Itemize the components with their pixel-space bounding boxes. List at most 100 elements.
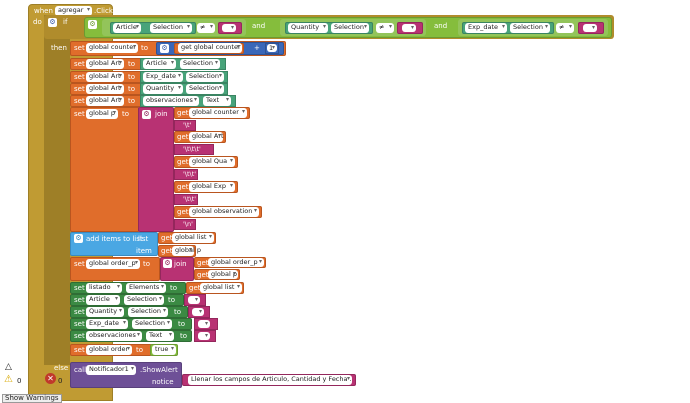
p-var-dropdown[interactable]: global p (86, 109, 118, 119)
if-mutator-gear-icon[interactable]: ⚙ (48, 18, 57, 27)
reset-prop-3[interactable]: Text (146, 331, 174, 341)
join-gear-icon[interactable]: ⚙ (142, 110, 151, 119)
plus-gear-icon[interactable]: ⚙ (160, 44, 169, 53)
reset-prop-2[interactable]: Selection (132, 319, 172, 329)
not-equal-dropdown-2[interactable]: ≠ (376, 23, 394, 33)
set-label-art4: set (74, 97, 85, 105)
join-orderp-b[interactable]: global p (208, 270, 238, 279)
list-var-dropdown[interactable]: global list (172, 233, 214, 243)
join-item-5[interactable]: '\t\t' (181, 170, 198, 178)
warning-count: 0 (17, 377, 22, 385)
join-orderp-gear-icon[interactable]: ⚙ (163, 259, 172, 268)
counter-var-dropdown[interactable]: global counter (86, 43, 138, 53)
reset-comp-0[interactable]: Article (86, 295, 120, 305)
reset-empty-string-0[interactable] (188, 296, 200, 304)
expdate-dropdown[interactable]: Exp_date (465, 23, 507, 33)
reset-comp-1[interactable]: Quantity (86, 307, 124, 317)
selection-dropdown[interactable]: Selection (150, 23, 192, 33)
quantity-prop-1[interactable]: Selection (186, 84, 224, 94)
show-alert-label: .ShowAlert (140, 366, 178, 374)
join-block[interactable] (138, 107, 174, 232)
warning-icon: ⚠ (4, 374, 13, 385)
join-item-7[interactable]: '\t\t' (181, 195, 198, 203)
expdate-prop-1[interactable]: Selection (186, 72, 224, 82)
art-var-dropdown-2[interactable]: global Art (86, 72, 124, 82)
join-orderp-a[interactable]: global order_p (208, 258, 264, 267)
not-equal-dropdown-3[interactable]: ≠ (556, 23, 574, 33)
set-label-art2: set (74, 73, 85, 81)
list-label: list (138, 235, 149, 243)
collapse-arrow-icon[interactable]: △ (5, 362, 12, 372)
selection-dropdown-3[interactable]: Selection (510, 23, 550, 33)
reset-prop-0[interactable]: Selection (124, 295, 164, 305)
listado-comp-dropdown[interactable]: listado (86, 283, 122, 293)
item-var-dropdown[interactable]: global p (172, 246, 201, 256)
to-label-art1: to (128, 60, 136, 68)
observaciones-comp-1[interactable]: observaciones (143, 96, 199, 106)
art-var-dropdown-3[interactable]: global Art (86, 84, 124, 94)
reset-empty-string-1[interactable] (192, 308, 204, 316)
to-label-p: to (122, 110, 130, 118)
join-item-2[interactable]: global Art (189, 132, 224, 142)
art-var-dropdown-1[interactable]: global Art (86, 59, 124, 69)
quantity-comp-1[interactable]: Quantity (143, 84, 183, 94)
join-item-3[interactable]: '\t\t\t' (181, 145, 203, 153)
set-label-orderp: set (74, 260, 85, 268)
add-items-label: add items to list (86, 235, 143, 243)
join-item-6[interactable]: global Exp (189, 182, 235, 192)
to-label-art4: to (128, 97, 136, 105)
reset-empty-string-3[interactable] (198, 332, 210, 340)
quantity-dropdown[interactable]: Quantity (288, 23, 328, 33)
if-label: if (63, 18, 68, 26)
join-item-9[interactable]: '\n' (181, 220, 195, 228)
number-one[interactable]: 1 (267, 44, 277, 52)
to-label-art3: to (128, 85, 136, 93)
get-label-jo: get (197, 259, 209, 267)
listado-get-dropdown[interactable]: global list (200, 283, 242, 293)
article-prop-1[interactable]: Selection (180, 59, 220, 69)
join-label-2: join (174, 260, 187, 268)
get-label-p: get (161, 247, 173, 255)
join-item-1[interactable]: '\t' (181, 121, 193, 129)
true-dropdown[interactable]: true (152, 345, 176, 355)
art-var-dropdown-4[interactable]: global Art (86, 96, 124, 106)
join-item-4[interactable]: global Qua (189, 157, 235, 167)
get-counter-dropdown[interactable]: get global counter (178, 43, 242, 53)
error-icon: ✕ (45, 373, 56, 384)
and-gear-icon[interactable]: ⚙ (88, 20, 97, 29)
get-label-j4: get (177, 158, 189, 166)
expdate-comp-1[interactable]: Exp_date (143, 72, 183, 82)
not-equal-dropdown[interactable]: ≠ (197, 23, 215, 33)
listado-prop-dropdown[interactable]: Elements (126, 283, 166, 293)
selection-dropdown-2[interactable]: Selection (331, 23, 369, 33)
show-warnings-button[interactable]: Show Warnings (2, 394, 62, 403)
get-label-list2: get (189, 284, 201, 292)
get-label-j0: get (177, 109, 189, 117)
then-label: then (51, 44, 67, 52)
reset-empty-string-2[interactable] (198, 320, 210, 328)
reset-prop-1[interactable]: Selection (128, 307, 168, 317)
article-dropdown[interactable]: Article (113, 23, 141, 33)
observaciones-prop-1[interactable]: Text (203, 96, 231, 106)
set-p-block[interactable] (70, 107, 140, 232)
notifier-component-dropdown[interactable]: Notificador1 (86, 365, 136, 375)
get-label-j6: get (177, 183, 189, 191)
join-item-8[interactable]: global observation (189, 207, 259, 217)
get-label-j8: get (177, 208, 189, 216)
join-item-0[interactable]: global counter (189, 108, 247, 118)
add-items-gear-icon[interactable]: ⚙ (74, 234, 83, 243)
reset-comp-3[interactable]: observaciones (86, 331, 142, 341)
to-label-r1: to (174, 308, 182, 316)
article-comp-1[interactable]: Article (143, 59, 176, 69)
orderp-var-dropdown[interactable]: global order_p (86, 259, 140, 269)
reset-comp-2[interactable]: Exp_date (86, 319, 128, 329)
set-label-r0: set (74, 296, 85, 304)
order-var-dropdown[interactable]: global order (86, 345, 132, 355)
set-label-p: set (74, 110, 85, 118)
notice-text[interactable]: Llenar los campos de Articulo, Cantidad … (188, 375, 352, 385)
empty-string-2[interactable] (402, 24, 416, 32)
if-block[interactable] (44, 15, 70, 365)
empty-string-3[interactable] (583, 24, 597, 32)
to-label-order: to (136, 346, 144, 354)
empty-string[interactable] (222, 24, 236, 32)
